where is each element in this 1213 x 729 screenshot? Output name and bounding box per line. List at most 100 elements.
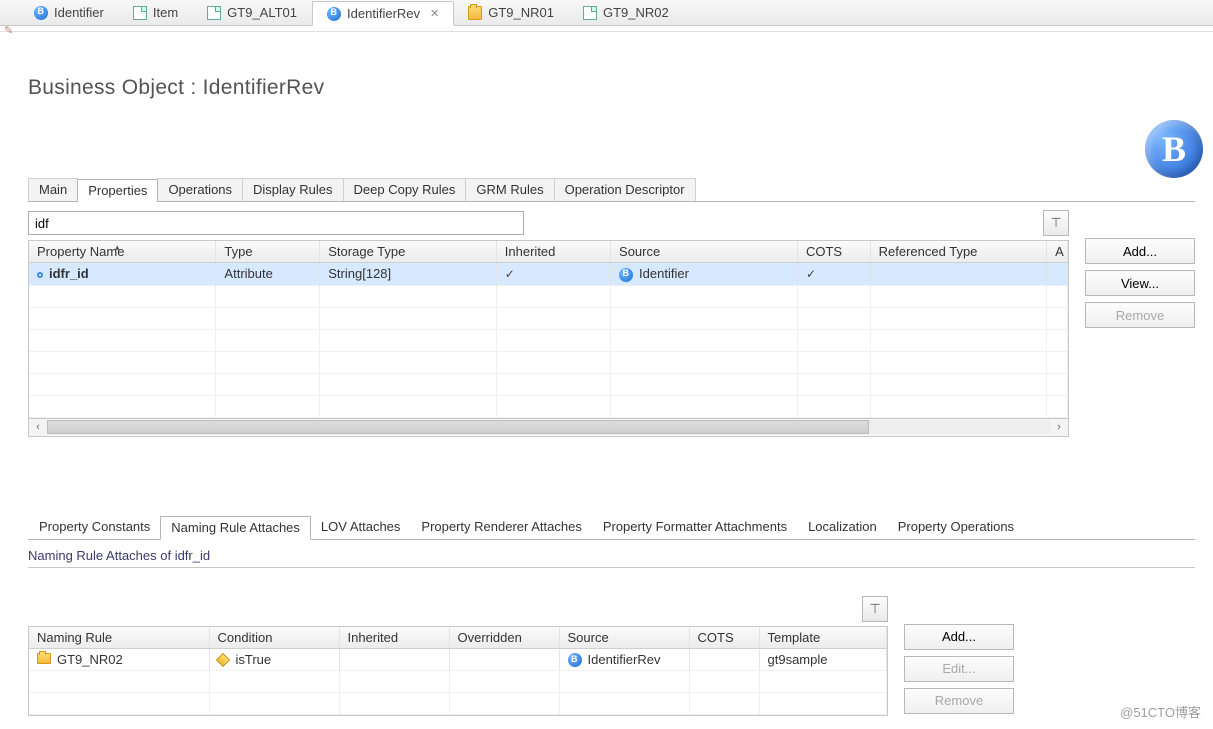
table-row [29,329,1068,351]
object-type-badge-icon: B [1145,120,1203,178]
rule-actions: Add... Edit... Remove [904,624,1014,714]
add-button[interactable]: Add... [1085,238,1195,264]
naming-rule-table: Naming Rule Condition Inherited Overridd… [28,626,888,717]
col-referenced-type[interactable]: Referenced Type [870,241,1047,263]
tab-properties[interactable]: Properties [77,179,158,202]
edit-button[interactable]: Edit... [904,656,1014,682]
tab-grm-rules[interactable]: GRM Rules [465,178,554,201]
col-cots[interactable]: COTS [797,241,870,263]
col-extra[interactable]: A [1047,241,1068,263]
object-tabs: Main Properties Operations Display Rules… [28,178,1195,202]
b-icon [34,6,48,20]
b-icon [619,268,633,282]
property-actions: Add... View... Remove [1085,238,1195,328]
tab-localization[interactable]: Localization [797,515,888,539]
col-naming-rule[interactable]: Naming Rule [29,627,209,649]
col-cots[interactable]: COTS [689,627,759,649]
document-icon [133,6,147,20]
properties-table: Property Name▴ Type Storage Type Inherit… [28,240,1069,419]
scroll-thumb[interactable] [47,420,869,434]
col-storage-type[interactable]: Storage Type [320,241,497,263]
col-condition[interactable]: Condition [209,627,339,649]
table-row [29,285,1068,307]
tab-identifierrev[interactable]: IdentifierRev✕ [312,1,454,26]
tab-label: GT9_NR01 [488,5,554,20]
col-type[interactable]: Type [216,241,320,263]
sort-asc-icon: ▴ [115,242,120,253]
table-row [29,671,887,693]
cell-rule: GT9_NR02 [57,652,123,667]
tab-gt9-alt01[interactable]: GT9_ALT01 [193,0,312,25]
cell-template: gt9sample [759,648,887,671]
tab-item[interactable]: Item [119,0,193,25]
table-row[interactable]: idfr_id Attribute String[128] Identifier [29,263,1068,286]
tab-main[interactable]: Main [28,178,78,201]
tab-property-renderer-attaches[interactable]: Property Renderer Attaches [410,515,592,539]
col-source[interactable]: Source [611,241,798,263]
condition-icon [215,653,229,667]
tab-naming-rule-attaches[interactable]: Naming Rule Attaches [160,516,311,540]
cell-overridden [449,648,559,671]
tab-label: Identifier [54,5,104,20]
scroll-right-button[interactable]: › [1050,421,1068,433]
wand-icon: ✎ [4,24,13,37]
cell-source: Identifier [639,266,689,281]
filter-button[interactable]: ⊤ [1043,210,1069,236]
tab-lov-attaches[interactable]: LOV Attaches [310,515,412,539]
col-overridden[interactable]: Overridden [449,627,559,649]
tab-property-formatter-attachments[interactable]: Property Formatter Attachments [592,515,798,539]
property-icon [37,272,43,278]
document-icon [583,6,597,20]
table-row [29,307,1068,329]
remove-button[interactable]: Remove [904,688,1014,714]
close-icon[interactable]: ✕ [430,7,439,20]
view-button[interactable]: View... [1085,270,1195,296]
col-template[interactable]: Template [759,627,887,649]
table-row[interactable]: GT9_NR02 isTrue IdentifierRev gt9sample [29,648,887,671]
document-icon [207,6,221,20]
tab-gt9-nr02[interactable]: GT9_NR02 [569,0,684,25]
tab-display-rules[interactable]: Display Rules [242,178,343,201]
tab-identifier[interactable]: Identifier [20,0,119,25]
table-row [29,693,887,715]
tool-strip: ✎ [0,26,1213,32]
editor-tabs: Identifier Item GT9_ALT01 IdentifierRev✕… [0,0,1213,26]
cell-type: Attribute [216,263,320,286]
cell-source: IdentifierRev [588,652,661,667]
table-row [29,351,1068,373]
property-filter-input[interactable] [28,211,524,235]
check-icon [505,266,515,281]
col-inherited[interactable]: Inherited [496,241,610,263]
tab-label: GT9_ALT01 [227,5,297,20]
tab-gt9-nr01[interactable]: GT9_NR01 [454,0,569,25]
filter-button[interactable]: ⊤ [862,596,888,622]
filter-icon: ⊤ [869,601,880,617]
filter-icon: ⊤ [1050,215,1061,231]
tab-operations[interactable]: Operations [157,178,243,201]
col-inherited[interactable]: Inherited [339,627,449,649]
b-icon [568,653,582,667]
tab-property-operations[interactable]: Property Operations [887,515,1025,539]
property-sub-tabs: Property Constants Naming Rule Attaches … [28,515,1195,540]
section-title: Naming Rule Attaches of idfr_id [28,548,1195,568]
horizontal-scrollbar[interactable]: ‹ › [28,419,1069,437]
scroll-track[interactable] [47,420,1050,434]
cell-property-name: idfr_id [49,266,89,281]
col-property-name[interactable]: Property Name▴ [29,241,216,263]
check-icon [806,266,816,281]
remove-button[interactable]: Remove [1085,302,1195,328]
page-title: Business Object : IdentifierRev [28,76,1195,100]
cell-ref [870,263,1047,286]
scroll-left-button[interactable]: ‹ [29,421,47,433]
tab-operation-descriptor[interactable]: Operation Descriptor [554,178,696,201]
col-source[interactable]: Source [559,627,689,649]
cell-storage: String[128] [320,263,497,286]
watermark: @51CTO博客 [1120,702,1201,721]
cell-cots [689,648,759,671]
tab-deep-copy-rules[interactable]: Deep Copy Rules [343,178,467,201]
add-button[interactable]: Add... [904,624,1014,650]
folder-icon [468,6,482,20]
folder-icon [37,653,51,664]
tab-property-constants[interactable]: Property Constants [28,515,161,539]
b-icon [327,7,341,21]
